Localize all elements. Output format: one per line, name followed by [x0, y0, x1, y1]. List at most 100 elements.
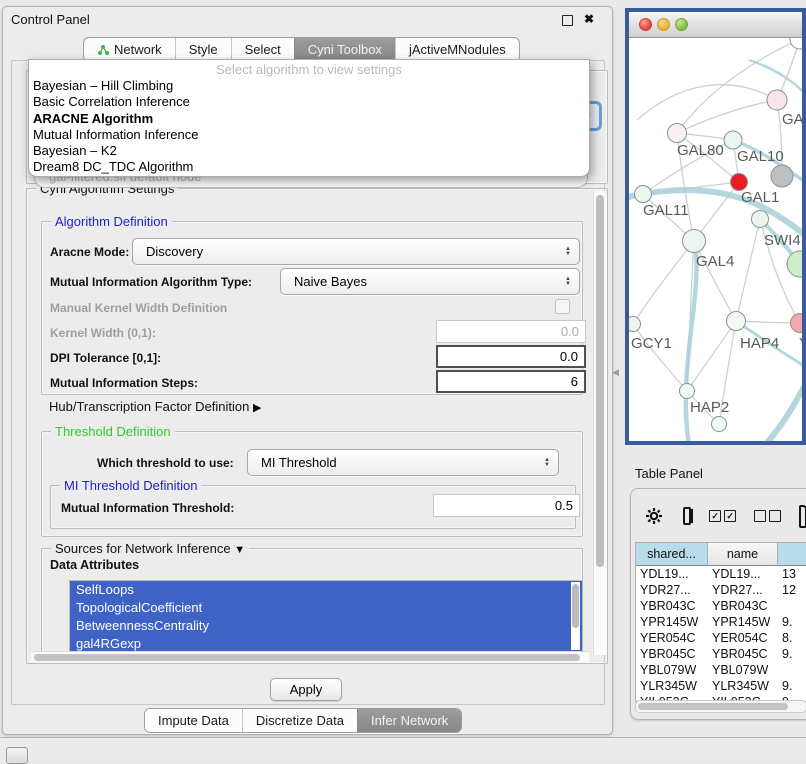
tab-discretize-data[interactable]: Discretize Data [242, 709, 357, 732]
splitter-collapse-icon[interactable]: ◀ [612, 367, 619, 378]
algorithm-option-bayesian-k2[interactable]: Bayesian – K2 [29, 143, 589, 159]
combo-stepper-icon: ▲▼ [544, 458, 558, 468]
tab-infer-network[interactable]: Infer Network [357, 709, 461, 732]
table-row[interactable]: YDL19...YDL19...13 [636, 566, 806, 582]
network-node-gal1[interactable] [731, 174, 748, 191]
tab-cyni-toolbox[interactable]: Cyni Toolbox [294, 38, 395, 61]
network-node[interactable] [771, 165, 793, 187]
settings-vscrollbar[interactable] [593, 191, 606, 655]
kernel-width-field[interactable]: 0.0 [436, 320, 586, 343]
network-node[interactable] [712, 417, 727, 432]
select-all-icon[interactable]: ✓✓ [709, 510, 736, 522]
panel-title: Control Panel [11, 12, 90, 27]
mi-steps-field[interactable]: 6 [436, 370, 586, 393]
algorithm-definition-group: Algorithm Definition Aracne Mode: Discov… [41, 221, 583, 395]
algorithm-option-basic-correlation-inference[interactable]: Basic Correlation Inference [29, 94, 589, 110]
column-header-attr[interactable] [778, 543, 806, 566]
table-row[interactable]: YLR345WYLR345W9. [636, 678, 806, 694]
network-node-gal11[interactable] [635, 186, 652, 203]
column-layout-icon[interactable] [683, 507, 691, 525]
table-row[interactable]: YDR27...YDR27...12 [636, 582, 806, 598]
sources-title[interactable]: Sources for Network Inference ▼ [51, 541, 249, 556]
network-node-gal4[interactable] [683, 230, 706, 253]
tab-label: Discretize Data [256, 713, 344, 728]
mi-threshold-definition-title: MI Threshold Definition [60, 478, 201, 493]
algorithm-definition-title: Algorithm Definition [51, 214, 172, 229]
network-window-titlebar[interactable] [629, 12, 802, 38]
network-node-y[interactable] [791, 314, 805, 333]
network-node-swi4[interactable] [752, 211, 769, 228]
table-body: YDL19...YDL19...13YDR27...YDR27...12YBR0… [636, 566, 806, 702]
aracne-mode-combo[interactable]: Discovery ▲▼ [132, 238, 580, 265]
manual-kernel-checkbox[interactable] [555, 299, 570, 314]
list-scrollbar[interactable] [571, 582, 580, 650]
network-node-gal[interactable] [767, 90, 787, 110]
tab-impute-data[interactable]: Impute Data [145, 709, 242, 732]
table-cell [778, 598, 806, 614]
hub-definition-label: Hub/Transcription Factor Definition [49, 399, 249, 414]
table-row[interactable]: YER054CYER054C8. [636, 630, 806, 646]
network-canvas[interactable]: GALGAL80GAL10GAL1GAL11SWI4GAL4GCY1HAP4YH… [629, 38, 804, 441]
tab-style[interactable]: Style [175, 38, 231, 61]
close-icon[interactable]: ✖ [584, 12, 594, 26]
apply-button[interactable]: Apply [270, 678, 342, 701]
table-cell: YBL079W [636, 662, 708, 678]
network-node[interactable] [787, 251, 804, 277]
network-node-gal10[interactable] [724, 131, 742, 149]
dpi-tolerance-field[interactable]: 0.0 [436, 345, 586, 368]
file-icon[interactable] [799, 505, 806, 528]
collapse-panel-button[interactable] [6, 747, 28, 764]
mi-type-combo[interactable]: Naive Bayes ▲▼ [280, 268, 580, 295]
node-label-gal: GAL [782, 111, 804, 128]
network-node-gal80[interactable] [668, 124, 687, 143]
node-label-hap2: HAP2 [690, 399, 729, 416]
network-node-hap2[interactable] [680, 384, 695, 399]
tab-network[interactable]: Network [84, 38, 175, 61]
deselect-all-icon[interactable] [754, 510, 781, 522]
which-threshold-combo[interactable]: MI Threshold ▲▼ [247, 449, 559, 476]
settings-hscrollbar[interactable] [31, 651, 589, 662]
control-panel-titlebar: Control Panel ✖ [3, 7, 612, 31]
dropdown-prompt: Select algorithm to view settings [29, 62, 589, 78]
data-attributes-list: SelfLoopsTopologicalCoefficientBetweenne… [69, 580, 583, 654]
mi-threshold-field[interactable]: 0.5 [433, 494, 580, 517]
minimize-traffic-light[interactable] [657, 18, 670, 31]
cyni-algorithm-settings-group: Cyni Algorithm Settings Algorithm Defini… [26, 188, 608, 664]
tab-jactivemnodules[interactable]: jActiveMNodules [395, 38, 519, 61]
algorithm-option-bayesian-hill-climbing[interactable]: Bayesian – Hill Climbing [29, 78, 589, 94]
table-cell: YDL19... [708, 566, 778, 582]
zoom-traffic-light[interactable] [675, 18, 688, 31]
float-window-icon[interactable] [562, 15, 573, 26]
which-threshold-value: MI Threshold [248, 455, 337, 470]
mi-threshold-label: Mutual Information Threshold: [61, 501, 234, 515]
attribute-item-topologicalcoefficient[interactable]: TopologicalCoefficient [70, 599, 582, 617]
table-cell: YBR045C [708, 646, 778, 662]
table-row[interactable]: YBR045CYBR045C9. [636, 646, 806, 662]
tab-label: Cyni Toolbox [308, 42, 382, 57]
algorithm-option-mutual-information-inference[interactable]: Mutual Information Inference [29, 127, 589, 143]
column-header-shared[interactable]: shared... [636, 543, 708, 566]
attribute-item-betweennesscentrality[interactable]: BetweennessCentrality [70, 617, 582, 635]
table-cell: 8. [778, 630, 806, 646]
hub-definition-toggle[interactable]: Hub/Transcription Factor Definition ▶ [49, 399, 261, 414]
algorithm-option-aracne-algorithm[interactable]: ARACNE Algorithm [29, 111, 589, 127]
table-row[interactable]: YBL079WYBL079W [636, 662, 806, 678]
table-row[interactable]: YPR145WYPR145W9. [636, 614, 806, 630]
kernel-width-label: Kernel Width (0,1): [50, 326, 156, 340]
table-row[interactable]: YBR043CYBR043C [636, 598, 806, 614]
algorithm-option-dream8-dc-tdc-algorithm[interactable]: Dream8 DC_TDC Algorithm [29, 159, 589, 175]
column-header-name[interactable]: name [708, 543, 778, 566]
table-hscrollbar[interactable] [635, 700, 806, 713]
table-cell: 12 [778, 582, 806, 598]
network-node[interactable] [790, 38, 804, 49]
manual-kernel-label: Manual Kernel Width Definition [50, 301, 227, 315]
tab-label: jActiveMNodules [409, 42, 506, 57]
tab-select[interactable]: Select [231, 38, 294, 61]
network-edge-thick [765, 374, 804, 441]
network-node-hap4[interactable] [727, 312, 746, 331]
settings-gear-icon[interactable] [645, 507, 663, 525]
node-label-y: Y [799, 335, 804, 352]
close-traffic-light[interactable] [639, 18, 652, 31]
network-node-gcy1[interactable] [629, 317, 641, 332]
attribute-item-selfloops[interactable]: SelfLoops [70, 581, 582, 599]
